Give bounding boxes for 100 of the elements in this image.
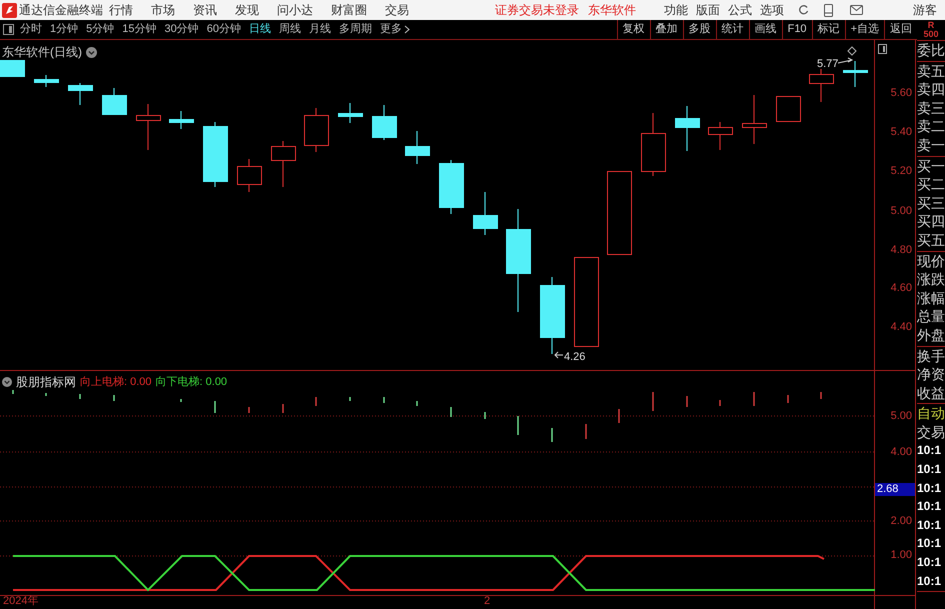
corner-label: 500 (923, 30, 939, 39)
period-tab[interactable]: 日线 (249, 21, 271, 38)
period-tab[interactable]: 30分钟 (164, 21, 199, 38)
quote-label: 卖二 (917, 117, 945, 136)
menu-item[interactable]: 发现 (235, 1, 259, 19)
arrow-icon (554, 352, 564, 358)
menu-item[interactable]: 交易 (385, 1, 409, 19)
menu-item[interactable]: 行情 (109, 1, 133, 19)
quote-label: 卖一 (917, 136, 945, 155)
quote-label: 换手 (917, 346, 945, 366)
dropdown-icon[interactable] (2, 377, 12, 387)
trade-time: 10:1 (917, 554, 942, 572)
quote-label: 涨幅 (917, 288, 945, 308)
refresh-icon[interactable] (798, 4, 810, 16)
candlestick (439, 160, 464, 214)
quote-label: 外盘 (917, 326, 945, 344)
tool-menu-item[interactable]: 版面 (696, 1, 720, 19)
menu-item[interactable]: 财富圈 (331, 1, 367, 19)
panel-toggle-icon[interactable] (878, 44, 887, 54)
period-tab[interactable]: 60分钟 (206, 21, 241, 38)
menu-item[interactable]: 问小达 (277, 1, 313, 19)
toolbar-button[interactable]: 叠加 (650, 20, 683, 39)
candlestick (776, 96, 801, 122)
high-price-label: 5.77 (817, 58, 838, 70)
quote-label: 现价 (917, 252, 945, 270)
chevron-right-icon (404, 25, 410, 34)
tool-menu-item[interactable]: 功能 (664, 1, 688, 19)
trade-time: 10:1 (917, 498, 942, 516)
menu-item[interactable]: 资讯 (193, 1, 217, 19)
candlestick (809, 68, 834, 102)
dropdown-icon[interactable] (86, 46, 97, 58)
quote-label: 自动 (917, 404, 945, 423)
broker-name: 东华软件 (588, 2, 636, 19)
tool-menu-item[interactable]: 选项 (760, 1, 784, 19)
quote-label: 涨跌 (917, 270, 945, 289)
axis-label: 2.00 (890, 515, 912, 527)
candlestick (0, 60, 25, 78)
date-label: 2024年 (3, 596, 38, 607)
low-price-label: 4.26 (564, 351, 586, 363)
quote-label: 委比 (917, 41, 945, 60)
phone-icon[interactable] (824, 4, 833, 16)
candlestick (68, 82, 93, 106)
period-tab[interactable]: 5分钟 (86, 21, 114, 38)
candlestick (102, 88, 127, 116)
period-tab[interactable]: 1分钟 (50, 21, 78, 38)
tool-menu-item[interactable]: 公式 (728, 1, 752, 19)
login-status[interactable]: 证券交易未登录 (495, 1, 579, 19)
toolbar-button[interactable]: 多股 (682, 20, 716, 39)
app-title: 通达信金融终端 (19, 2, 104, 19)
trade-time: 10:1 (917, 461, 942, 478)
toolbar-button[interactable]: 画线 (748, 20, 782, 39)
user-name[interactable]: 游客 (913, 1, 937, 19)
diamond-icon[interactable] (847, 46, 857, 56)
candlestick (34, 74, 59, 88)
axis-label: 5.60 (890, 87, 912, 99)
panel-toggle-icon[interactable] (3, 24, 14, 35)
quote-label: 买三 (917, 194, 945, 212)
corner-label: R (928, 21, 934, 30)
axis-label: 5.20 (890, 165, 912, 177)
series-legend: 向上电梯: 0.00 (80, 374, 152, 390)
toolbar-button[interactable]: 标记 (812, 20, 845, 39)
menu-item[interactable]: 市场 (151, 1, 175, 19)
quote-label: 买四 (917, 212, 945, 231)
toolbar-button[interactable]: 统计 (716, 20, 749, 39)
axis-label: 5.00 (890, 205, 912, 217)
candlestick (237, 158, 262, 192)
toolbar-button[interactable]: F10 (782, 20, 812, 39)
axis-label: 5.00 (890, 410, 912, 422)
series-legend: 向下电梯: 0.00 (156, 374, 228, 390)
candlestick (372, 104, 397, 140)
quote-label: 交易 (917, 422, 945, 442)
toolbar-button[interactable]: 返回 (884, 20, 917, 39)
mail-icon[interactable] (850, 5, 863, 15)
candlestick (843, 60, 868, 88)
candlestick (405, 130, 430, 164)
period-tab[interactable]: 月线 (309, 21, 331, 38)
toolbar-button[interactable]: 复权 (616, 20, 650, 39)
candlestick (271, 140, 296, 188)
candlestick (169, 110, 194, 130)
trade-time: 10:1 (917, 535, 942, 552)
quote-label: 买一 (917, 156, 945, 176)
quote-label: 买二 (917, 175, 945, 194)
period-tab[interactable]: 15分钟 (122, 21, 156, 38)
quote-label: 卖四 (917, 80, 945, 99)
period-tab[interactable]: 多周期 (339, 21, 372, 38)
candlestick (136, 104, 161, 150)
cursor-value: 2.68 (875, 483, 915, 496)
period-tab[interactable]: 更多 (380, 21, 410, 38)
period-tab[interactable]: 分时 (20, 21, 42, 38)
quote-label: 总量 (917, 307, 945, 326)
toolbar-button[interactable]: +自选 (844, 20, 884, 39)
trade-time: 10:1 (917, 480, 942, 497)
period-tab[interactable]: 周线 (279, 21, 301, 38)
quote-label: 净资 (917, 365, 945, 384)
axis-label: 4.60 (890, 282, 912, 294)
date-label: 2 (484, 596, 490, 607)
candlestick (742, 94, 767, 144)
axis-label: 5.40 (890, 126, 912, 138)
quote-label: 卖三 (917, 98, 945, 118)
trade-time: 10:1 (917, 516, 942, 534)
